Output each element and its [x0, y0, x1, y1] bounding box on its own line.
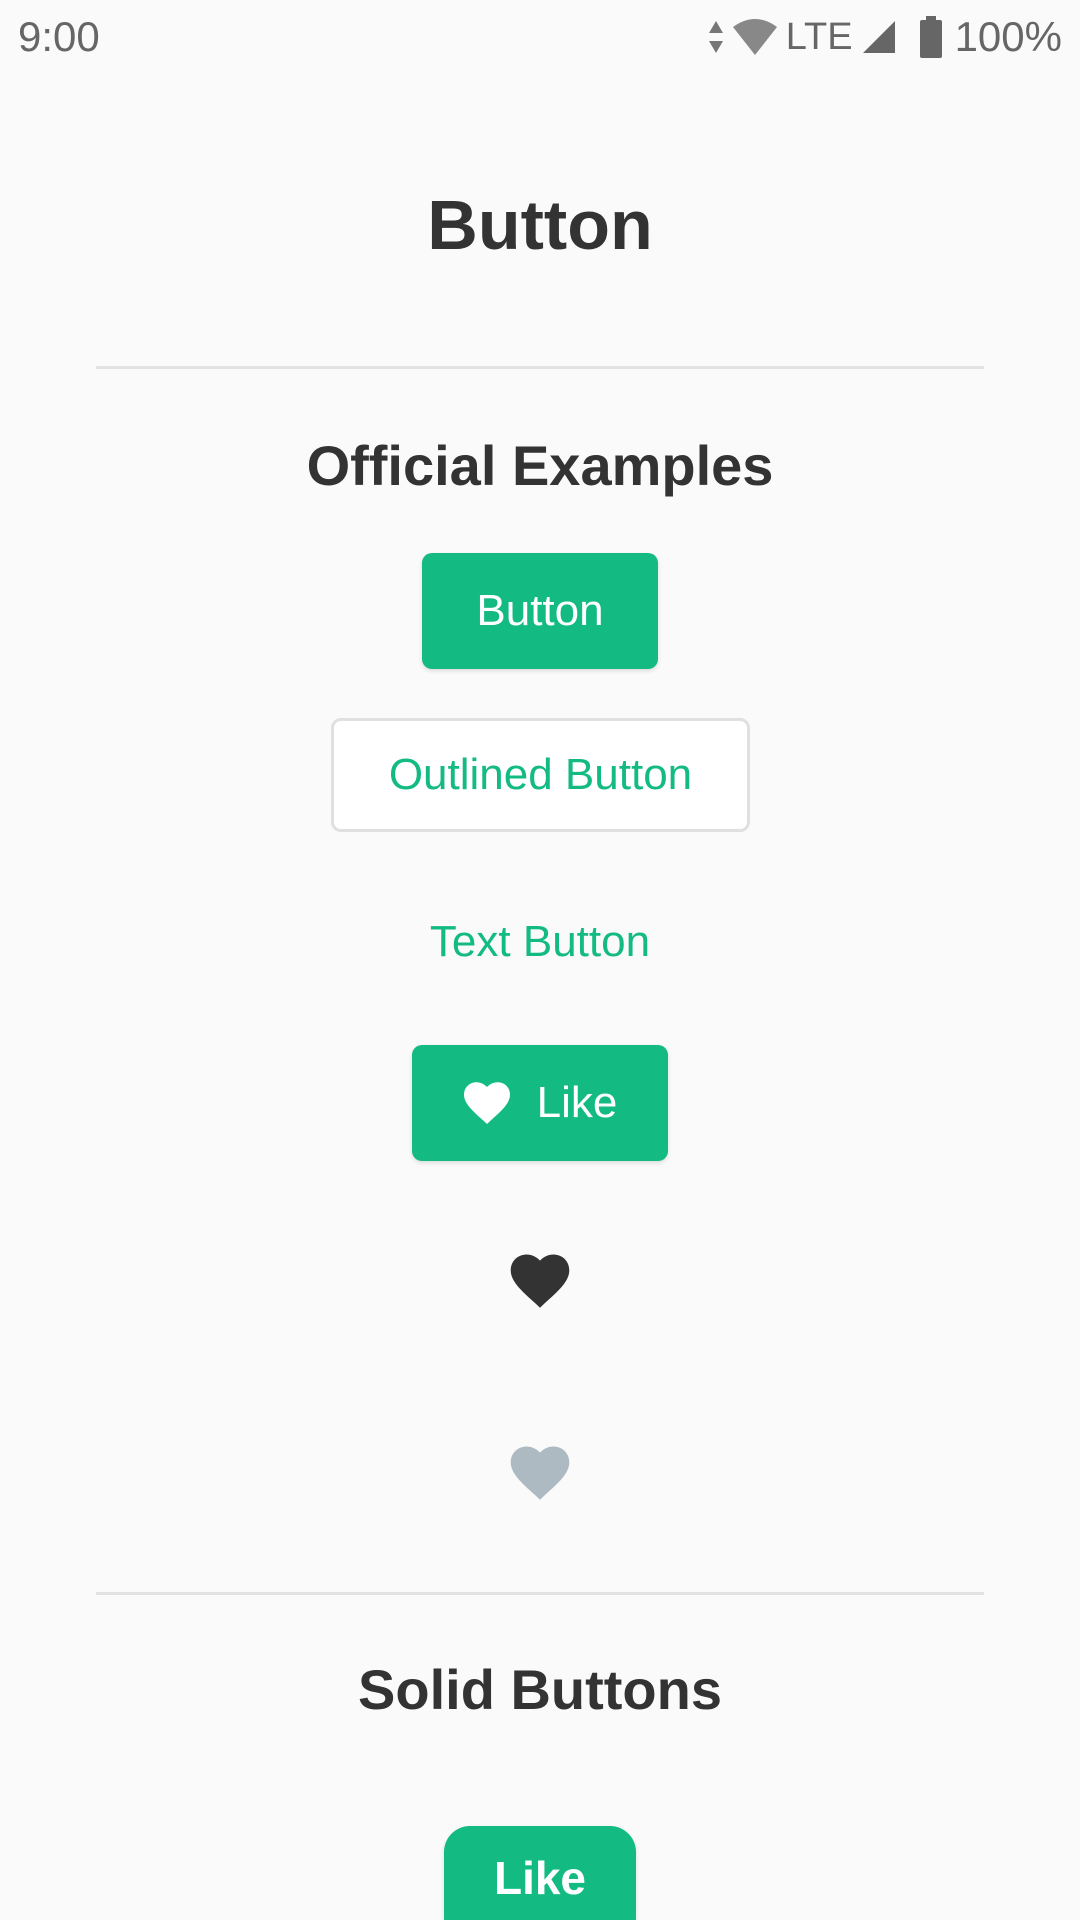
outlined-button[interactable]: Outlined Button [331, 718, 750, 832]
heart-icon[interactable] [508, 1250, 572, 1312]
solid-like-button-label: Like [493, 1852, 587, 1904]
heart-icon-disabled[interactable] [508, 1442, 572, 1504]
outlined-button-label: Outlined Button [388, 750, 693, 799]
like-button-label: Like [536, 1078, 618, 1127]
text-button-label: Text Button [429, 917, 651, 966]
solid-like-button[interactable]: Like [444, 1826, 636, 1920]
primary-button[interactable]: Button [422, 553, 658, 669]
section-title-solid-buttons: Solid Buttons [358, 1658, 722, 1721]
status-bar: 9:00 LTE 100% [0, 0, 1080, 74]
cell-signal-icon [861, 19, 897, 55]
heart-icon [463, 1081, 511, 1125]
like-button[interactable]: Like [412, 1045, 668, 1161]
section-title-official-examples: Official Examples [306, 434, 774, 497]
divider [96, 1592, 984, 1595]
data-activity-icon [708, 19, 724, 55]
status-icons: LTE 100% [708, 10, 1062, 64]
status-time: 9:00 [18, 13, 100, 60]
text-button[interactable]: Text Button [390, 885, 690, 999]
divider [96, 366, 984, 369]
network-type: LTE [785, 16, 853, 58]
battery-percent: 100% [954, 13, 1062, 60]
page-title: Button [427, 186, 653, 264]
primary-button-label: Button [476, 586, 604, 635]
wifi-icon [732, 17, 778, 57]
battery-icon [919, 16, 943, 58]
